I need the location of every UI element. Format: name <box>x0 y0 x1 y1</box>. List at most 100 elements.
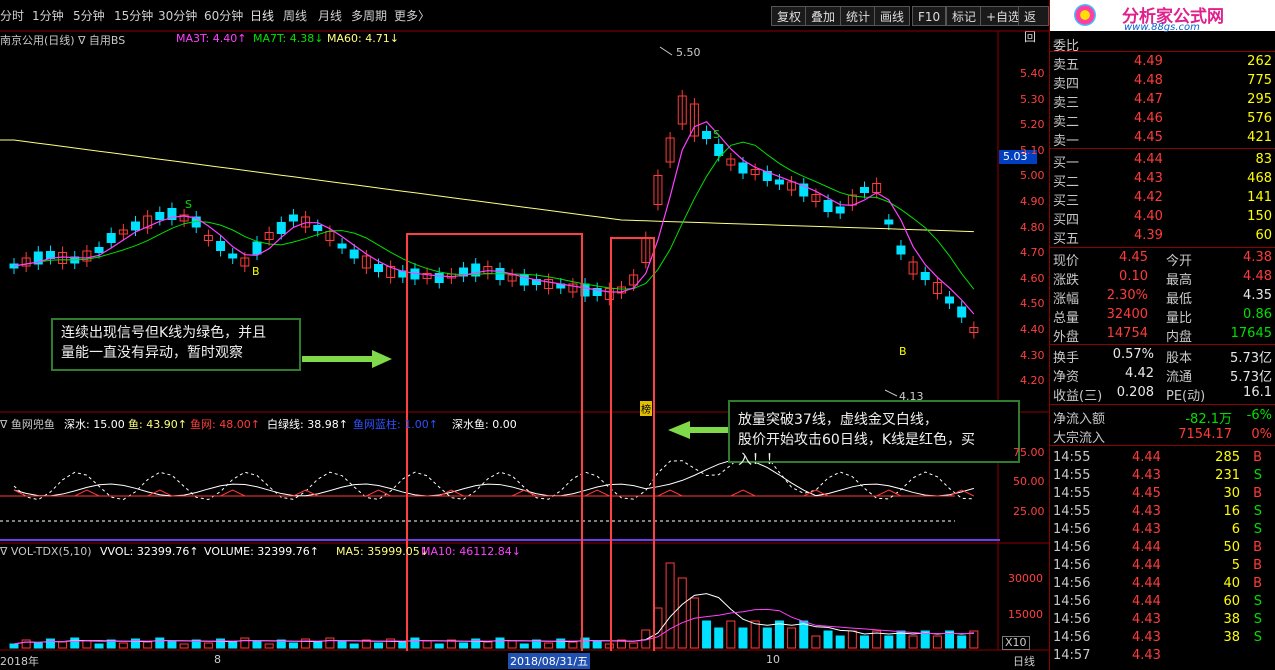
tick-time: 14:55 <box>1053 468 1091 483</box>
bid-label: 买一 <box>1053 156 1080 171</box>
volume-bar <box>811 635 821 649</box>
stat-value: 4.42 <box>1125 366 1154 381</box>
stat-value: 5.73亿 <box>1230 351 1272 366</box>
tick-side: B <box>1253 450 1262 465</box>
stat-row: 换手 0.57% 股本 5.73亿 <box>1050 346 1275 366</box>
tick-row: 14:56 4.43 38 S <box>1050 629 1275 648</box>
vol-axis-15000: 15000 <box>1008 608 1043 621</box>
volume-bar <box>264 643 274 649</box>
stat-label: 流通 <box>1166 370 1193 385</box>
flow-pct: -6% <box>1246 408 1272 423</box>
ask-label: 卖四 <box>1053 77 1080 92</box>
high-marker <box>659 46 673 56</box>
bid-row: 买五 4.39 60 <box>1050 227 1275 247</box>
volume-bar <box>629 642 639 649</box>
volume-bar <box>957 635 967 649</box>
candle-body <box>920 272 930 280</box>
candle-body <box>276 222 286 234</box>
volume-bar <box>592 640 602 649</box>
candle-body <box>313 225 323 231</box>
kline-title: 南京公用(日线) ∇ 自用BS <box>0 34 126 47</box>
quote-value: 4.38 <box>1243 250 1272 265</box>
fish-net-value: 鱼网: 48.00↑ <box>190 418 260 431</box>
date-month-10: 10 <box>766 653 780 666</box>
volume-bar <box>398 641 408 649</box>
volume-bar <box>495 637 505 649</box>
quote-value: 4.35 <box>1243 288 1272 303</box>
bid-volume: 60 <box>1255 228 1272 243</box>
sell-signal-mark: S <box>185 198 192 211</box>
quote-value: 14754 <box>1106 326 1148 341</box>
fish-title: ∇ 鱼网兜鱼 <box>0 418 55 431</box>
price-axis-tick: 5.20 <box>1020 118 1045 132</box>
volume-bar <box>544 642 554 649</box>
tick-price: 4.45 <box>1132 486 1161 501</box>
tick-volume: 30 <box>1223 486 1240 501</box>
tick-row: 14:55 4.43 16 S <box>1050 503 1275 522</box>
volume-bar <box>568 641 578 649</box>
bid-row: 买四 4.40 150 <box>1050 208 1275 228</box>
candle-body <box>738 162 748 174</box>
candle-body <box>702 131 712 139</box>
quote-label: 量比 <box>1166 311 1193 326</box>
flow-value: 7154.17 <box>1178 427 1232 442</box>
vol-title: ∇ VOL-TDX(5,10) <box>0 545 92 558</box>
volume-bar <box>203 642 213 649</box>
volume-bar <box>604 643 614 649</box>
tick-side: B <box>1253 540 1262 555</box>
tick-row: 14:56 4.44 50 B <box>1050 539 1275 558</box>
bang-badge: 榜 <box>640 401 652 416</box>
fish-value: 鱼: 43.90↑ <box>128 418 187 431</box>
deep-water-value: 深水: 15.00 <box>64 418 125 431</box>
tick-volume: 6 <box>1231 522 1240 537</box>
tick-time: 14:56 <box>1053 630 1091 645</box>
volume-bar <box>82 640 92 649</box>
price-axis-tick: 4.30 <box>1020 348 1045 362</box>
price-axis-tick: 5.00 <box>1020 169 1045 183</box>
volume-bar <box>835 635 845 649</box>
flow-label: 大宗流入 <box>1053 431 1106 446</box>
quote-label: 今开 <box>1166 254 1193 269</box>
volume-bar <box>179 643 189 649</box>
volume-bar <box>556 638 566 649</box>
tick-side: S <box>1253 612 1262 627</box>
ask-row: 卖五 4.49 262 <box>1050 53 1275 73</box>
volume-bar <box>9 643 19 649</box>
tick-row: 14:56 4.44 40 B <box>1050 575 1275 594</box>
tick-price: 4.44 <box>1132 540 1161 555</box>
ask-label: 卖二 <box>1053 115 1080 130</box>
date-axis: 2018年 8 2018/08/31/五 10 日线 <box>0 651 1049 670</box>
tick-row: 14:56 4.44 5 B <box>1050 557 1275 576</box>
period-label: 日线 <box>1013 655 1035 668</box>
quote-value: 4.45 <box>1119 250 1148 265</box>
date-cursor: 2018/08/31/五 <box>508 653 591 669</box>
volume-bar <box>386 638 396 649</box>
quote-row: 总量 32400 量比 0.86 <box>1050 306 1275 326</box>
tick-time: 14:55 <box>1053 504 1091 519</box>
arrow-left-icon <box>668 421 730 439</box>
price-axis-tick: 5.10 <box>1020 143 1045 157</box>
tick-price: 4.44 <box>1132 450 1161 465</box>
candle-body <box>714 144 724 156</box>
tick-price: 4.43 <box>1132 612 1161 627</box>
tick-row: 14:55 4.43 231 S <box>1050 467 1275 486</box>
quote-value: 2.30% <box>1106 288 1148 303</box>
highlight-box-right <box>610 237 655 653</box>
tick-price: 4.44 <box>1132 594 1161 609</box>
tick-time: 14:55 <box>1053 486 1091 501</box>
quote-value: 17645 <box>1230 326 1272 341</box>
candle-body <box>337 243 347 249</box>
callout-left: 连续出现信号但K线为绿色，并且 量能一直没有异动，暂时观察 <box>51 318 301 371</box>
volume-bar <box>884 635 894 649</box>
volume-bars <box>9 562 979 649</box>
volume-bar <box>726 620 736 649</box>
volume-bar <box>216 638 226 649</box>
vol-unit-badge[interactable]: X10 <box>1002 636 1030 650</box>
volume-bar <box>738 627 748 649</box>
price-axis-tick: 4.20 <box>1020 374 1045 388</box>
stat-row: 净资 4.42 流通 5.73亿 <box>1050 365 1275 385</box>
volume-bar <box>131 638 140 649</box>
candle-body <box>434 273 444 283</box>
tick-time: 14:56 <box>1053 558 1091 573</box>
candle-body <box>349 249 359 259</box>
